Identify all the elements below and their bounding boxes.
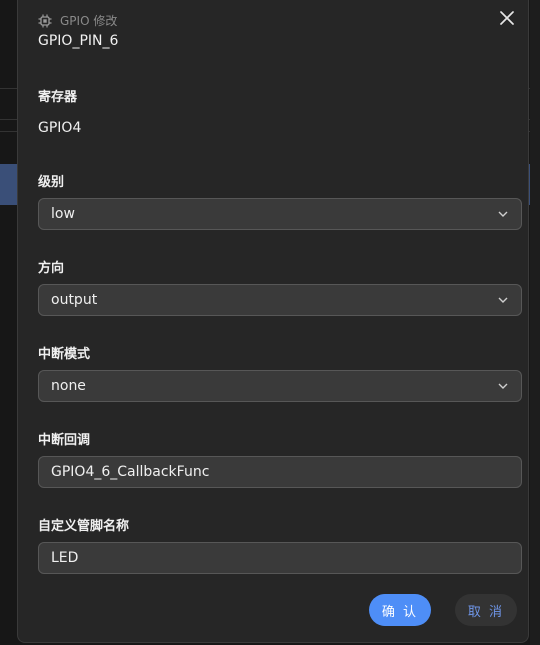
level-select-value: low xyxy=(51,206,75,222)
close-icon[interactable] xyxy=(498,9,516,27)
direction-select-value: output xyxy=(51,292,98,308)
custom-pin-name-input-value: LED xyxy=(51,550,79,566)
interrupt-callback-label: 中断回调 xyxy=(38,433,91,448)
confirm-button[interactable]: 确 认 xyxy=(369,594,431,626)
dialog-title: GPIO_PIN_6 xyxy=(38,33,119,49)
direction-select[interactable]: output xyxy=(38,284,522,316)
direction-label: 方向 xyxy=(38,261,65,276)
register-value: GPIO4 xyxy=(38,120,82,136)
gpio-edit-dialog: GPIO 修改 GPIO_PIN_6 寄存器 GPIO4 级别 low 方向 o… xyxy=(17,0,529,643)
level-label: 级别 xyxy=(38,175,65,190)
level-select[interactable]: low xyxy=(38,198,522,230)
chip-icon xyxy=(38,14,52,27)
chevron-down-icon xyxy=(498,211,508,217)
background-panel xyxy=(530,0,540,645)
interrupt-callback-input[interactable]: GPIO4_6_CallbackFunc xyxy=(38,456,522,488)
chevron-down-icon xyxy=(498,383,508,389)
interrupt-mode-select-value: none xyxy=(51,378,86,394)
dialog-header: GPIO 修改 xyxy=(38,12,117,29)
cancel-button[interactable]: 取 消 xyxy=(455,594,517,626)
dialog-header-text: GPIO 修改 xyxy=(60,14,118,28)
custom-pin-name-input[interactable]: LED xyxy=(38,542,522,574)
register-label: 寄存器 xyxy=(38,90,78,105)
interrupt-callback-input-value: GPIO4_6_CallbackFunc xyxy=(51,464,210,480)
chevron-down-icon xyxy=(498,297,508,303)
custom-pin-name-label: 自定义管脚名称 xyxy=(38,519,130,534)
interrupt-mode-label: 中断模式 xyxy=(38,347,91,362)
interrupt-mode-select[interactable]: none xyxy=(38,370,522,402)
